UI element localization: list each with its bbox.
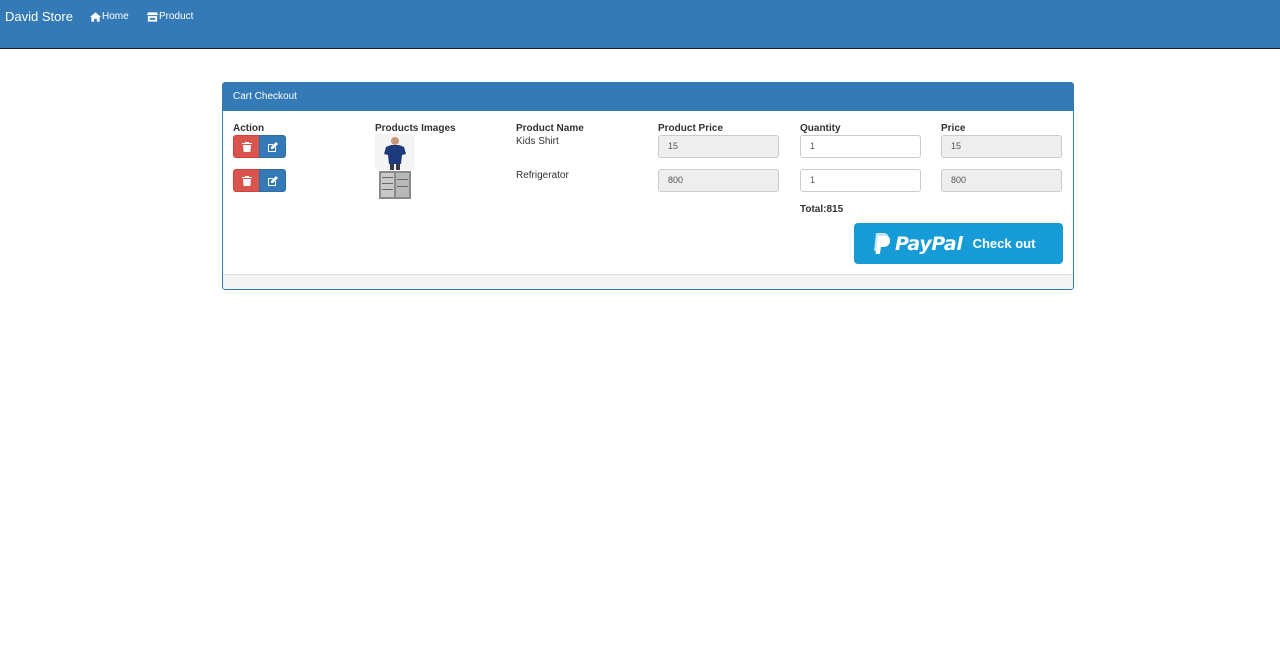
paypal-icon bbox=[874, 232, 890, 254]
row-actions bbox=[233, 135, 286, 158]
paypal-checkout-button[interactable]: PayPal Check out bbox=[854, 223, 1063, 264]
nav-product-link[interactable]: Product bbox=[147, 11, 193, 22]
cart-checkout-panel: Cart Checkout Action Products Images Pro… bbox=[222, 82, 1074, 290]
navbar: David Store Home Product bbox=[0, 0, 1280, 49]
col-header-action: Action bbox=[233, 123, 265, 134]
col-header-quantity: Quantity bbox=[800, 123, 841, 134]
product-name: Refrigerator bbox=[516, 170, 569, 181]
refrigerator-image bbox=[375, 170, 415, 200]
panel-title: Cart Checkout bbox=[223, 83, 1073, 111]
col-header-name: Product Name bbox=[516, 123, 584, 134]
quantity-input[interactable]: 1 bbox=[800, 135, 921, 158]
delete-button[interactable] bbox=[233, 135, 260, 158]
price-field: 15 bbox=[941, 135, 1062, 158]
paypal-brand: PayPal bbox=[895, 232, 963, 255]
nav-home-link[interactable]: Home bbox=[90, 11, 129, 22]
home-icon bbox=[90, 11, 101, 22]
edit-icon bbox=[267, 175, 278, 186]
paypal-logo: PayPal bbox=[872, 232, 963, 255]
checkout-label: Check out bbox=[972, 236, 1036, 251]
trash-icon bbox=[241, 141, 252, 152]
col-header-price: Price bbox=[941, 123, 966, 134]
price-field: 800 bbox=[941, 169, 1062, 192]
product-price-field: 800 bbox=[658, 169, 779, 192]
panel-footer bbox=[223, 274, 1073, 289]
brand-link[interactable]: David Store bbox=[5, 9, 73, 24]
edit-icon bbox=[267, 141, 278, 152]
cart-total: Total:815 bbox=[800, 204, 844, 215]
nav-product-label: Product bbox=[159, 11, 194, 22]
product-name: Kids Shirt bbox=[516, 136, 559, 147]
delete-button[interactable] bbox=[233, 169, 260, 192]
col-header-product-price: Product Price bbox=[658, 123, 724, 134]
store-icon bbox=[147, 11, 158, 22]
product-price-field: 15 bbox=[658, 135, 779, 158]
quantity-input[interactable]: 1 bbox=[800, 169, 921, 192]
edit-button[interactable] bbox=[259, 169, 286, 192]
col-header-images: Products Images bbox=[375, 123, 456, 134]
nav-home-label: Home bbox=[102, 11, 129, 22]
row-actions bbox=[233, 169, 286, 192]
kids-shirt-image bbox=[375, 134, 415, 170]
trash-icon bbox=[241, 175, 252, 186]
edit-button[interactable] bbox=[259, 135, 286, 158]
